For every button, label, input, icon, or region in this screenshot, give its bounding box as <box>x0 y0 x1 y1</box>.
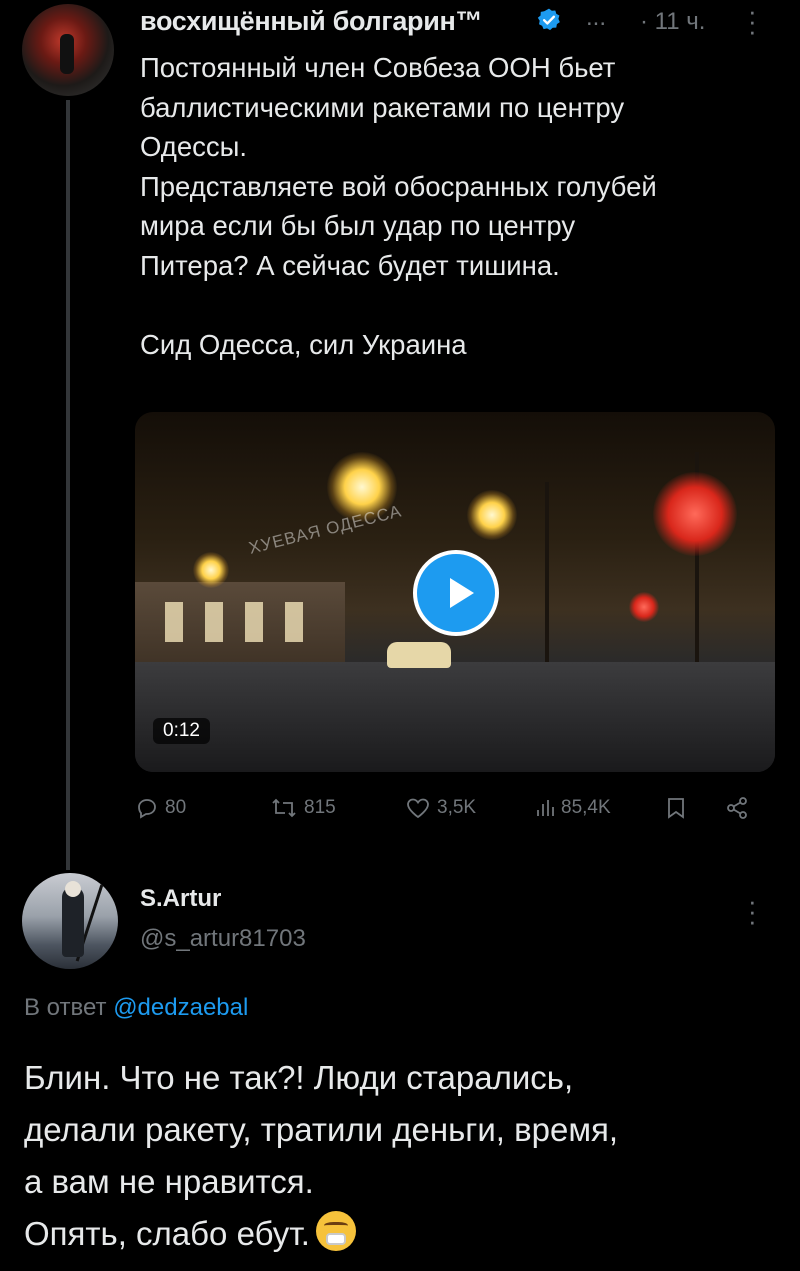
video-scene-window <box>205 602 223 642</box>
video-scene-streetlight <box>193 552 229 588</box>
verified-badge-icon <box>537 8 560 31</box>
tweet-text: Постоянный член Совбеза ООН бьет баллист… <box>140 48 780 365</box>
tweet-text-line: Сид Одесса, сил Украина <box>140 329 467 361</box>
tweet-text-line: Постоянный член Совбеза ООН бьет <box>140 52 616 83</box>
retweet-count: 815 <box>304 797 336 818</box>
retweet-button[interactable]: 815 <box>270 796 336 820</box>
author-handle[interactable]: @s_artur81703 <box>140 925 306 953</box>
tweet-text-line: мира если бы был удар по центру <box>140 210 576 242</box>
reply-text: Блин. Что не так?! Люди старались, делал… <box>24 1052 794 1260</box>
video-scene-streetlight <box>467 490 517 540</box>
thread-connector-line <box>66 100 70 870</box>
video-scene-traffic-light <box>653 472 737 556</box>
tweet-timestamp[interactable]: · 11 ч. <box>640 8 705 36</box>
play-button-icon[interactable] <box>413 550 499 636</box>
like-count: 3,5K <box>437 797 477 818</box>
share-button[interactable] <box>725 796 749 820</box>
video-watermark: ХУЕВАЯ ОДЕССА <box>246 501 404 558</box>
video-scene-tree <box>545 482 549 672</box>
avatar[interactable] <box>22 4 114 96</box>
avatar[interactable] <box>22 873 118 969</box>
bookmark-icon <box>668 798 684 819</box>
retweet-icon <box>272 798 296 818</box>
sneezing-face-icon <box>315 1211 356 1251</box>
reply-text-line: делали ракету, тратили деньги, время, <box>24 1111 619 1148</box>
more-options-icon[interactable]: · · · <box>748 888 757 934</box>
video-scene-window <box>245 602 263 642</box>
like-button[interactable]: 3,5K <box>405 796 476 820</box>
tweet-text-line: баллистическими ракетами по центру <box>140 91 625 123</box>
share-icon <box>727 797 747 819</box>
reply-mention-link[interactable]: @dedzaebal <box>113 994 248 1021</box>
more-options-icon[interactable]: · · · <box>748 0 757 44</box>
video-scene-traffic-light <box>629 592 659 622</box>
tweet-text-line: Представляете вой обосранных голубей <box>140 170 657 202</box>
reply-text-line: а вам не нравится. <box>24 1163 314 1200</box>
avatar-figure <box>62 887 84 957</box>
video-scene-window <box>165 602 183 642</box>
tweet-text-line: Одессы. <box>140 131 248 163</box>
reply-count: 80 <box>165 797 187 818</box>
reply-prefix: В ответ <box>24 994 107 1021</box>
author-display-name[interactable]: восхищённый болгарин™ <box>140 6 483 37</box>
reply-text-line: Блин. Что не так?! Люди старались, <box>24 1059 574 1096</box>
bookmark-button[interactable] <box>665 796 687 820</box>
tweet-text-line: Питера? А сейчас будет тишина. <box>140 249 560 281</box>
video-player[interactable]: ХУЕВАЯ ОДЕССА 0:12 <box>135 412 775 772</box>
video-scene-window <box>285 602 303 642</box>
reply-context: В ответ @dedzaebal <box>24 994 248 1022</box>
reply-icon <box>138 799 156 819</box>
video-duration: 0:12 <box>153 718 210 744</box>
views-bar-chart-icon <box>537 800 554 816</box>
tweet-action-bar: 80 815 3,5K 85,4K <box>135 796 775 826</box>
reply-text-line: Опять, слабо ебут. <box>24 1215 310 1252</box>
heart-icon <box>407 798 429 819</box>
avatar-head <box>65 881 81 897</box>
views-count: 85,4K <box>561 797 611 818</box>
reply-button[interactable]: 80 <box>135 796 186 820</box>
views-button[interactable]: 85,4K <box>535 796 611 820</box>
reply-text-line-with-emoji: Опять, слабо ебут. <box>24 1208 794 1260</box>
author-display-name[interactable]: S.Artur <box>140 885 221 913</box>
video-scene-car <box>387 642 451 668</box>
name-truncation-ellipsis: ... <box>586 4 607 31</box>
video-scene-road <box>135 662 775 772</box>
